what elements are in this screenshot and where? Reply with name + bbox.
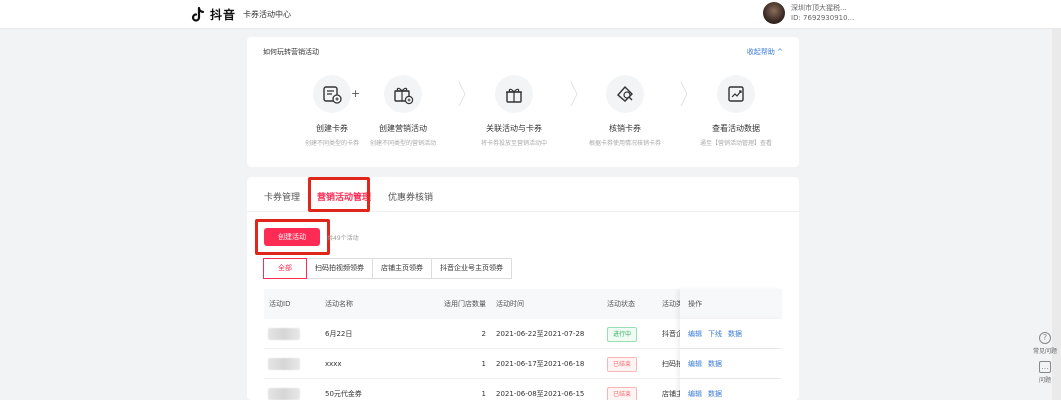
coupon-icon bbox=[313, 75, 351, 113]
collapse-help-link[interactable]: 收起帮助 ^ bbox=[747, 47, 783, 57]
blurred-id bbox=[268, 358, 300, 370]
edit-link[interactable]: 编辑 bbox=[688, 360, 702, 368]
section-name: 卡券活动中心 bbox=[243, 10, 292, 19]
step-verify-coupon: 核销卡券 根据卡券使用情况核销卡券 bbox=[570, 75, 680, 147]
user-profile[interactable]: 深圳市顶大猩税... ID: 7692930910... bbox=[763, 2, 854, 24]
step-view-data: 查看活动数据 通至【营销活动管理】查看 bbox=[681, 75, 791, 147]
blurred-id bbox=[268, 328, 300, 340]
tab-coupon-verification[interactable]: 优惠券核销 bbox=[388, 190, 433, 203]
douyin-logo-icon bbox=[190, 6, 206, 23]
table-row[interactable]: xxxx 1 2021-06-17至2021-06-18 已结束 扫码拍 编辑数… bbox=[264, 349, 782, 379]
step-create-campaign: 创建营销活动 创建不同类型的营销活动 bbox=[348, 75, 458, 147]
help-title: 如何玩转营销活动 bbox=[263, 48, 319, 56]
blurred-id bbox=[268, 388, 300, 400]
table-header: 活动ID 活动名称 适用门店数量 活动时间 活动状态 活动类 操作 bbox=[264, 289, 782, 319]
gift-icon bbox=[495, 75, 533, 113]
status-badge: 已结束 bbox=[607, 387, 638, 400]
filter-group: 全部 扫码拍视频领券 店铺主页领券 抖音企业号主页领券 bbox=[263, 258, 512, 279]
trend-chart-icon bbox=[717, 75, 755, 113]
verify-ticket-icon bbox=[606, 75, 644, 113]
status-badge: 已结束 bbox=[607, 357, 638, 372]
brand-name: 抖音 bbox=[210, 8, 237, 22]
gift-add-icon bbox=[384, 75, 422, 113]
top-bar: 抖音 卡券活动中心 深圳市顶大猩税... ID: 7692930910... bbox=[0, 0, 1061, 29]
chat-icon: … bbox=[1039, 361, 1051, 373]
status-badge: 进行中 bbox=[607, 327, 638, 342]
filter-enterprise-home[interactable]: 抖音企业号主页领券 bbox=[431, 258, 512, 279]
highlight-box-tab bbox=[308, 177, 370, 212]
campaign-table: 活动ID 活动名称 适用门店数量 活动时间 活动状态 活动类 操作 6月22日 … bbox=[264, 289, 782, 400]
campaign-count: 共49个活动 bbox=[327, 235, 359, 242]
tab-coupon-management[interactable]: 卡券管理 bbox=[264, 190, 300, 203]
edit-link[interactable]: 编辑 bbox=[688, 330, 702, 338]
faq-tool[interactable]: ? 常见问题 bbox=[1033, 332, 1057, 355]
side-toolbar: ? 常见问题 … 问题 bbox=[1033, 332, 1057, 390]
offline-link[interactable]: 下线 bbox=[708, 330, 722, 338]
question-icon: ? bbox=[1039, 332, 1051, 344]
douyin-logo[interactable]: 抖音 卡券活动中心 bbox=[190, 6, 291, 23]
highlight-box-button bbox=[255, 219, 330, 255]
table-row[interactable]: 6月22日 2 2021-06-22至2021-07-28 进行中 抖音企 编辑… bbox=[264, 319, 782, 349]
help-steps: 创建卡券 创建不同类型的卡券 + 创建营销活动 创建不同类型的营销活动 关联活动… bbox=[247, 75, 799, 155]
help-panel: 如何玩转营销活动 收起帮助 ^ 创建卡券 创建不同类型的卡券 + 创建营销活动 … bbox=[247, 37, 799, 167]
feedback-tool[interactable]: … 问题 bbox=[1033, 361, 1057, 384]
data-link[interactable]: 数据 bbox=[708, 360, 722, 368]
user-name: 深圳市顶大猩税... bbox=[791, 4, 847, 12]
filter-all[interactable]: 全部 bbox=[263, 258, 307, 279]
data-link[interactable]: 数据 bbox=[728, 330, 742, 338]
filter-store-home[interactable]: 店铺主页领券 bbox=[372, 258, 432, 279]
table-row[interactable]: 50元代金券 1 2021-06-08至2021-06-15 已结束 店铺主 编… bbox=[264, 379, 782, 400]
avatar[interactable] bbox=[763, 2, 785, 24]
chevron-up-icon: ^ bbox=[777, 48, 783, 56]
step-link-campaign: 关联活动与卡券 将卡券投放至营销活动中 bbox=[459, 75, 569, 147]
user-id: ID: 7692930910... bbox=[791, 14, 855, 22]
filter-scan-video[interactable]: 扫码拍视频领券 bbox=[306, 258, 373, 279]
edit-link[interactable]: 编辑 bbox=[688, 390, 702, 398]
campaign-panel: 卡券管理 营销活动管理 优惠券核销 创建活动 共49个活动 全部 扫码拍视频领券… bbox=[247, 177, 799, 400]
data-link[interactable]: 数据 bbox=[708, 390, 722, 398]
